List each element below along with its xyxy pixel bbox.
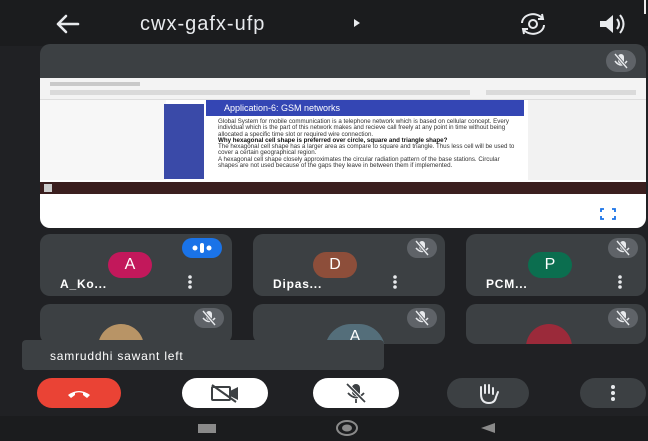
screen-right-panel bbox=[528, 100, 646, 180]
slide-title: Application-6: GSM networks bbox=[224, 103, 341, 113]
snackbar-message: samruddhi sawant left bbox=[50, 349, 184, 363]
mic-off-icon bbox=[615, 310, 631, 326]
end-call-button[interactable] bbox=[37, 378, 121, 408]
avatar: P bbox=[528, 252, 572, 278]
more-vert-icon[interactable] bbox=[614, 274, 626, 290]
recent-apps-button[interactable] bbox=[198, 424, 216, 433]
back-arrow-icon bbox=[56, 14, 80, 34]
shared-screen: Application-6: GSM networks Global Syste… bbox=[40, 78, 646, 228]
mic-off-icon bbox=[414, 310, 430, 326]
mic-toggle-button[interactable] bbox=[313, 378, 399, 408]
mic-off-icon bbox=[345, 382, 367, 404]
slide-paragraph: Global System for mobile communication i… bbox=[218, 118, 509, 138]
mic-off-icon bbox=[613, 53, 629, 69]
windows-taskbar bbox=[40, 182, 646, 194]
ribbon-toolbar-icons bbox=[50, 82, 636, 95]
mic-status bbox=[407, 308, 437, 328]
home-button[interactable] bbox=[336, 420, 358, 436]
participant-tile[interactable]: P PCM... bbox=[466, 234, 646, 296]
camera-off-icon bbox=[211, 384, 238, 403]
fullscreen-icon bbox=[600, 208, 616, 220]
phone-hangup-icon bbox=[68, 391, 90, 398]
mic-status bbox=[608, 238, 638, 258]
camera-toggle-button[interactable] bbox=[182, 378, 268, 408]
screen-left-panel bbox=[40, 100, 166, 180]
system-nav-bar bbox=[0, 416, 648, 441]
ribbon-bar bbox=[40, 78, 646, 100]
edge-marker bbox=[644, 0, 646, 14]
presenter-mic-status bbox=[606, 50, 636, 72]
participant-tile[interactable] bbox=[466, 304, 646, 344]
more-vert-icon[interactable] bbox=[389, 274, 401, 290]
avatar: D bbox=[313, 252, 357, 278]
mic-status bbox=[407, 238, 437, 258]
presenter-label: Rinkal is presenting bbox=[62, 208, 202, 223]
audio-level-icon bbox=[192, 243, 212, 253]
start-icon bbox=[44, 184, 52, 192]
raise-hand-button[interactable] bbox=[447, 378, 529, 408]
mic-off-icon bbox=[414, 240, 430, 256]
nav-back-button[interactable] bbox=[480, 422, 496, 434]
participant-tile[interactable]: A A_Ko... bbox=[40, 234, 232, 296]
slide-bullet: A hexagonal cell shape closely approxima… bbox=[218, 155, 500, 170]
participant-tile[interactable] bbox=[40, 304, 232, 344]
mic-off-icon bbox=[615, 240, 631, 256]
avatar-photo bbox=[526, 324, 572, 344]
speaking-indicator bbox=[182, 238, 222, 258]
mic-status bbox=[194, 308, 224, 328]
speaker-icon bbox=[600, 14, 625, 34]
fullscreen-button[interactable] bbox=[588, 202, 628, 226]
participant-tile[interactable]: D Dipas... bbox=[253, 234, 445, 296]
caret-right-icon[interactable] bbox=[352, 18, 362, 28]
presentation-tile[interactable]: Application-6: GSM networks Global Syste… bbox=[40, 44, 646, 228]
slide-body: Global System for mobile communication i… bbox=[218, 118, 518, 170]
snackbar: samruddhi sawant left bbox=[22, 340, 384, 370]
meeting-code[interactable]: cwx-gafx-ufp bbox=[140, 13, 265, 36]
switch-camera-button[interactable] bbox=[518, 10, 548, 38]
more-vert-icon[interactable] bbox=[184, 274, 196, 290]
switch-camera-icon bbox=[521, 13, 545, 35]
slide-bullet: The hexagonal cell shape has a larger ar… bbox=[218, 143, 515, 157]
hand-icon bbox=[480, 384, 499, 405]
more-options-button[interactable] bbox=[580, 378, 646, 408]
slide-thumbnail bbox=[164, 104, 204, 179]
more-vert-icon bbox=[611, 385, 615, 401]
participant-tile[interactable]: A bbox=[253, 304, 445, 344]
mic-off-icon bbox=[201, 310, 217, 326]
participant-name: Dipas... bbox=[273, 277, 323, 291]
speaker-button[interactable] bbox=[596, 10, 630, 38]
avatar: A bbox=[108, 252, 152, 278]
participant-name: PCM... bbox=[486, 277, 528, 291]
top-bar: cwx-gafx-ufp bbox=[0, 0, 648, 46]
mic-status bbox=[608, 308, 638, 328]
participant-name: A_Ko... bbox=[60, 277, 107, 291]
slide: Application-6: GSM networks Global Syste… bbox=[206, 100, 524, 186]
slide-title-bar: Application-6: GSM networks bbox=[206, 100, 524, 116]
back-button[interactable] bbox=[48, 10, 88, 38]
